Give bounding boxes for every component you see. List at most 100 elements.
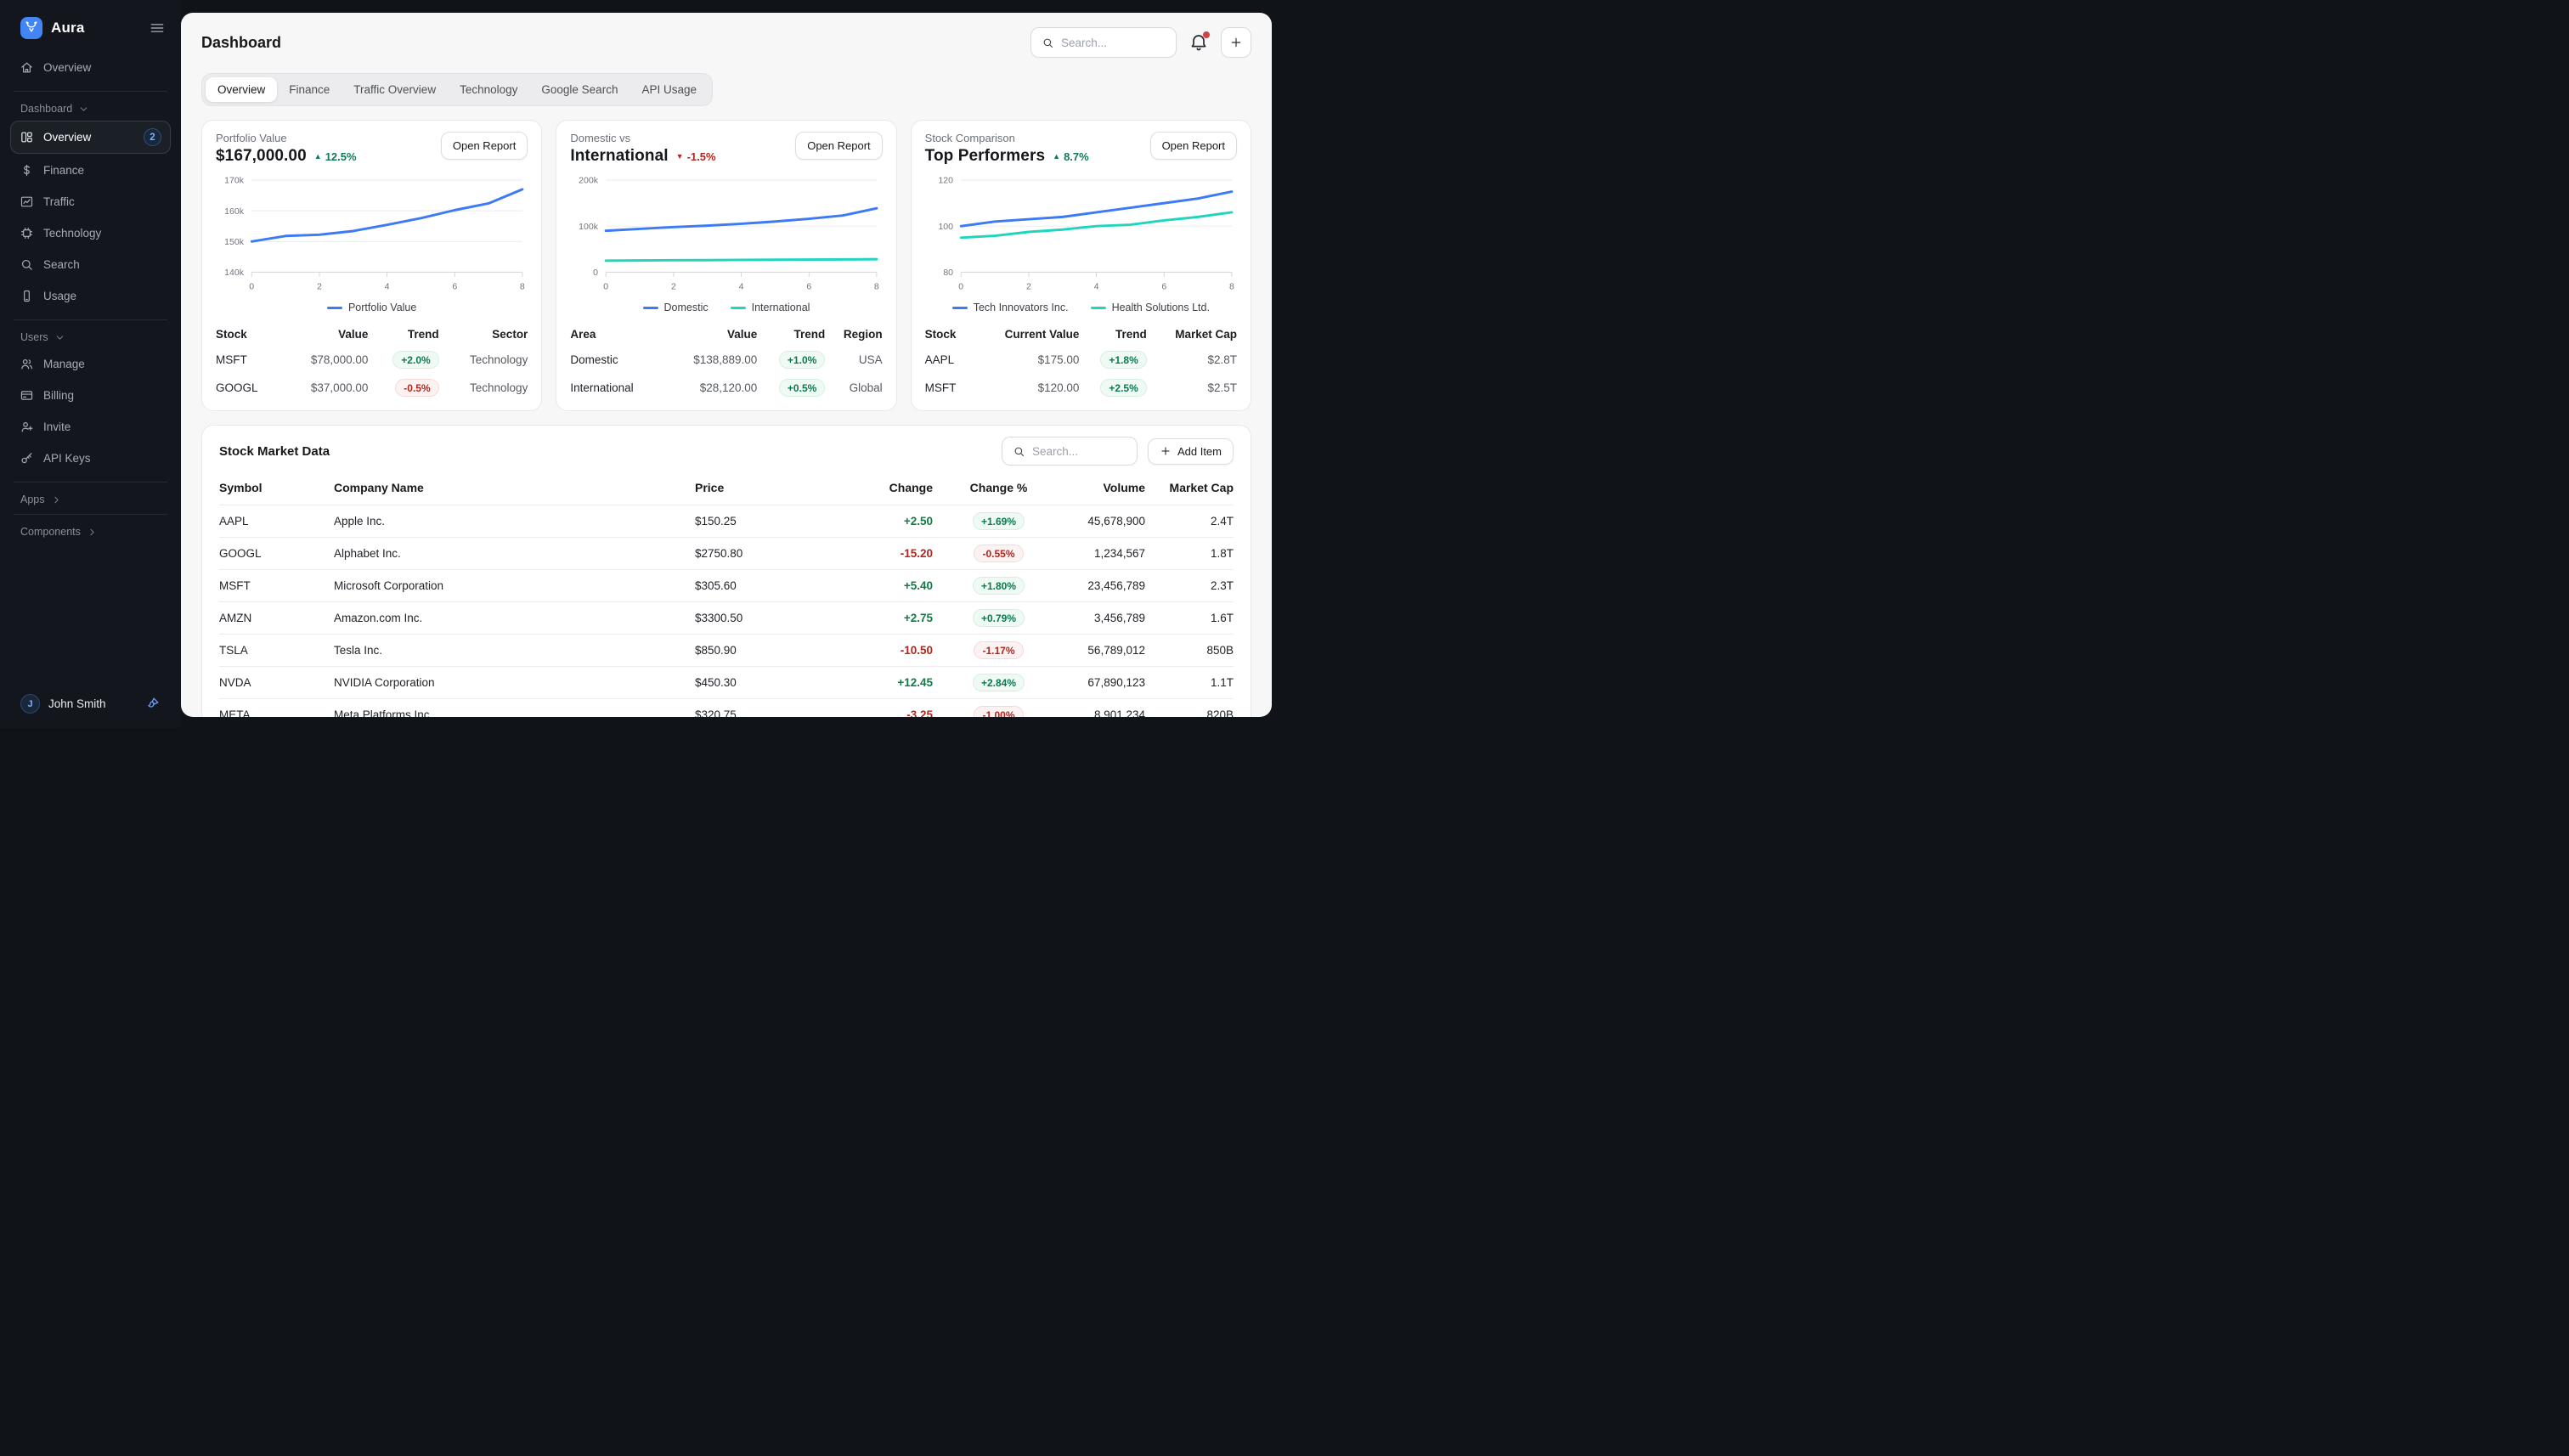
sidebar-item-search[interactable]: Search (10, 250, 171, 279)
open-report-button[interactable]: Open Report (1150, 132, 1237, 160)
sidebar-item-usage[interactable]: Usage (10, 281, 171, 311)
card-icon (20, 388, 34, 403)
search-input[interactable] (1061, 37, 1166, 49)
company-cell: Meta Platforms Inc. (334, 699, 695, 717)
sidebar-item-manage[interactable]: Manage (10, 349, 171, 379)
cell: $138,889.00 (663, 346, 758, 374)
column-header-volume: Volume (1064, 472, 1145, 505)
cell: AAPL (925, 346, 971, 374)
svg-text:140k: 140k (224, 268, 245, 278)
table-search-input[interactable] (1032, 445, 1126, 458)
sidebar-item-overview[interactable]: Overview2 (10, 121, 171, 154)
chart-legend: DomesticInternational (570, 302, 882, 313)
card-portfolio-value: Portfolio Value$167,000.00▲12.5%Open Rep… (201, 120, 542, 411)
sidebar-item-invite[interactable]: Invite (10, 412, 171, 442)
volume-cell: 3,456,789 (1064, 602, 1145, 635)
sidebar-item-label: Search (43, 258, 80, 271)
change-pct-cell: +0.79% (933, 602, 1064, 635)
sidebar: Aura Overview Dashboard Overview2 Finance Tr… (0, 0, 181, 728)
svg-text:0: 0 (604, 282, 609, 292)
svg-text:8: 8 (874, 282, 879, 292)
sidebar-item-label: Finance (43, 164, 84, 177)
tab-overview[interactable]: Overview (206, 77, 277, 102)
chart-legend: Tech Innovators Inc.Health Solutions Ltd… (925, 302, 1237, 313)
company-cell: Amazon.com Inc. (334, 602, 695, 635)
sidebar-item-label: Overview (43, 131, 91, 144)
tab-technology[interactable]: Technology (448, 77, 529, 102)
open-report-button[interactable]: Open Report (441, 132, 528, 160)
sidebar-item-traffic[interactable]: Traffic (10, 187, 171, 217)
table-search (1002, 437, 1138, 466)
section-label-dashboard[interactable]: Dashboard (20, 103, 167, 115)
sidebar-item-technology[interactable]: Technology (10, 218, 171, 248)
tab-traffic-overview[interactable]: Traffic Overview (342, 77, 448, 102)
phone-icon (20, 289, 34, 303)
chart-legend: Portfolio Value (216, 302, 528, 313)
column-header: Trend (757, 322, 825, 346)
paintbrush-icon[interactable] (144, 696, 161, 712)
svg-text:2: 2 (1026, 282, 1031, 292)
cell: $2.8T (1147, 346, 1237, 374)
sidebar-header: Aura (0, 0, 181, 51)
divider (14, 514, 167, 515)
trend-pill: +1.69% (973, 512, 1025, 530)
divider (14, 91, 167, 92)
legend-swatch (1091, 307, 1106, 310)
dashboard-tabs: OverviewFinanceTraffic OverviewTechnolog… (201, 73, 713, 106)
legend-swatch (643, 307, 658, 310)
column-header: Value (280, 322, 369, 346)
add-button[interactable] (1221, 27, 1251, 58)
user-profile[interactable]: J John Smith (14, 691, 167, 717)
cell: $37,000.00 (280, 374, 369, 402)
change-cell: +2.50 (822, 505, 933, 538)
menu-icon[interactable] (149, 20, 166, 37)
change-pct-cell: +2.84% (933, 667, 1064, 699)
market-cap-cell: 1.6T (1145, 602, 1234, 635)
svg-text:0: 0 (249, 282, 254, 292)
trend-pill: -1.00% (974, 706, 1023, 717)
cell: MSFT (216, 346, 280, 374)
global-search (1030, 27, 1177, 58)
section-label-users[interactable]: Users (20, 331, 167, 343)
card-title: $167,000.00 (216, 147, 307, 166)
add-item-button[interactable]: Add Item (1148, 438, 1234, 465)
stock-market-data-card: Stock Market Data Add Item SymbolCompany… (201, 425, 1251, 717)
card-subtitle: Portfolio Value (216, 132, 357, 144)
chevron-right-icon (87, 527, 98, 538)
stock-row-aapl: AAPLApple Inc.$150.25+2.50+1.69%45,678,9… (219, 505, 1234, 538)
symbol-cell: GOOGL (219, 538, 334, 570)
table-row: Domestic$138,889.00+1.0%USA (570, 346, 882, 374)
volume-cell: 1,234,567 (1064, 538, 1145, 570)
tab-google-search[interactable]: Google Search (529, 77, 630, 102)
section-label-components[interactable]: Components (20, 526, 167, 538)
market-cap-cell: 1.8T (1145, 538, 1234, 570)
sidebar-item-overview[interactable]: Overview (10, 53, 171, 82)
price-cell: $850.90 (695, 635, 822, 667)
tab-api-usage[interactable]: API Usage (630, 77, 709, 102)
brand-name: Aura (51, 20, 85, 37)
sidebar-item-api-keys[interactable]: API Keys (10, 443, 171, 473)
sidebar-item-label: Manage (43, 358, 85, 370)
price-cell: $3300.50 (695, 602, 822, 635)
triangle-up-icon: ▲ (314, 153, 322, 161)
symbol-cell: META (219, 699, 334, 717)
search-icon (1013, 445, 1025, 458)
change-cell: -3.25 (822, 699, 933, 717)
tab-finance[interactable]: Finance (277, 77, 342, 102)
table-row: International$28,120.00+0.5%Global (570, 374, 882, 402)
open-report-button[interactable]: Open Report (795, 132, 882, 160)
card-mini-table: StockValueTrendSectorMSFT$78,000.00+2.0%… (216, 322, 528, 402)
sidebar-item-label: Billing (43, 389, 74, 402)
stock-table: SymbolCompany NamePriceChangeChange %Vol… (219, 472, 1234, 717)
sidebar-item-billing[interactable]: Billing (10, 381, 171, 410)
market-cap-cell: 2.4T (1145, 505, 1234, 538)
market-cap-cell: 820B (1145, 699, 1234, 717)
svg-text:2: 2 (317, 282, 322, 292)
cell: +1.0% (757, 346, 825, 374)
avatar: J (20, 694, 40, 714)
sidebar-item-finance[interactable]: Finance (10, 155, 171, 185)
notifications-button[interactable] (1189, 32, 1209, 53)
section-label-apps[interactable]: Apps (20, 494, 167, 505)
change-pct-cell: -0.55% (933, 538, 1064, 570)
table-row: MSFT$78,000.00+2.0%Technology (216, 346, 528, 374)
